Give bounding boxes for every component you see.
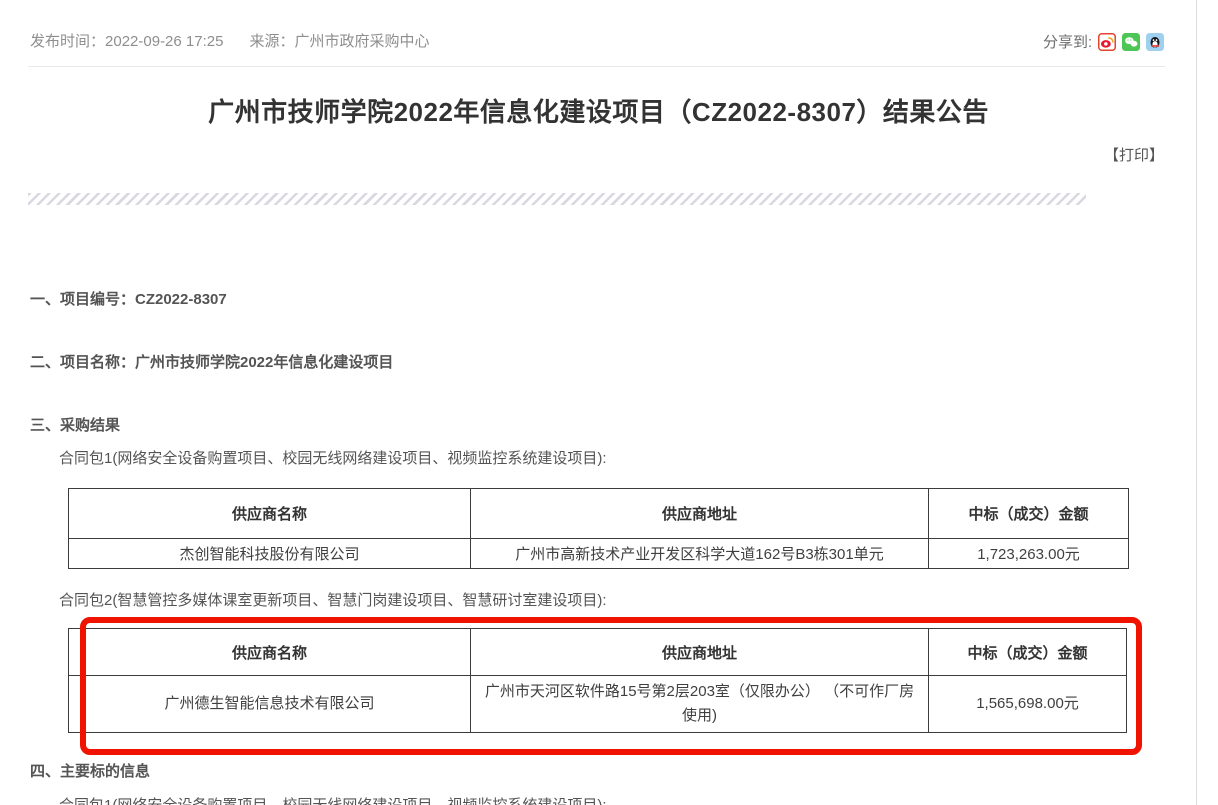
header-supplier-name: 供应商名称	[69, 629, 471, 676]
cell-supplier-address: 广州市天河区软件路15号第2层203室（仅限办公） （不可作厂房使用)	[471, 676, 929, 733]
header-supplier-name: 供应商名称	[69, 489, 471, 539]
announcement-page: 发布时间：2022-09-26 17:25 来源：广州市政府采购中心 分享到:	[0, 0, 1218, 805]
clipped-text-line: 合同包1(网络安全设备购置项目、校园无线网络建设项目、视频监控系统建设项目):	[59, 794, 607, 805]
wechat-share-icon[interactable]	[1122, 33, 1140, 51]
package1-table: 供应商名称 供应商地址 中标（成交）金额 杰创智能科技股份有限公司 广州市高新技…	[68, 488, 1129, 569]
meta-bar: 发布时间：2022-09-26 17:25 来源：广州市政府采购中心	[30, 30, 429, 51]
cell-award-amount: 1,565,698.00元	[929, 676, 1127, 733]
header-supplier-address: 供应商地址	[471, 629, 929, 676]
cell-supplier-address: 广州市高新技术产业开发区科学大道162号B3栋301单元	[471, 539, 929, 569]
package1-label: 合同包1(网络安全设备购置项目、校园无线网络建设项目、视频监控系统建设项目):	[59, 447, 607, 468]
qq-share-icon[interactable]	[1146, 33, 1164, 51]
publish-time-label: 发布时间：	[30, 33, 105, 50]
publish-time-value: 2022-09-26 17:25	[105, 33, 223, 50]
table-header-row: 供应商名称 供应商地址 中标（成交）金额	[69, 489, 1129, 539]
package2-table: 供应商名称 供应商地址 中标（成交）金额 广州德生智能信息技术有限公司 广州市天…	[68, 628, 1127, 733]
hatched-divider	[28, 193, 1086, 205]
table-header-row: 供应商名称 供应商地址 中标（成交）金额	[69, 629, 1127, 676]
package2-label: 合同包2(智慧管控多媒体课室更新项目、智慧门岗建设项目、智慧研讨室建设项目):	[59, 589, 607, 610]
section-procurement-result: 三、采购结果	[30, 414, 120, 435]
table-row: 杰创智能科技股份有限公司 广州市高新技术产业开发区科学大道162号B3栋301单…	[69, 539, 1129, 569]
source-label: 来源：	[249, 33, 294, 50]
section-project-name: 二、项目名称：广州市技师学院2022年信息化建设项目	[30, 351, 393, 372]
section-project-number: 一、项目编号：CZ2022-8307	[30, 288, 227, 309]
meta-divider	[28, 66, 1165, 67]
header-award-amount: 中标（成交）金额	[929, 629, 1127, 676]
section-main-subject-info: 四、主要标的信息	[30, 760, 150, 781]
cell-supplier-name: 杰创智能科技股份有限公司	[69, 539, 471, 569]
header-supplier-address: 供应商地址	[471, 489, 929, 539]
header-award-amount: 中标（成交）金额	[929, 489, 1129, 539]
weibo-share-icon[interactable]	[1098, 33, 1116, 51]
table-row: 广州德生智能信息技术有限公司 广州市天河区软件路15号第2层203室（仅限办公）…	[69, 676, 1127, 733]
page-right-border	[1196, 0, 1197, 805]
source-value: 广州市政府采购中心	[294, 33, 429, 50]
share-label: 分享到:	[1043, 31, 1092, 52]
print-button[interactable]: 【打印】	[1104, 144, 1164, 165]
share-bar: 分享到:	[1043, 31, 1164, 52]
page-title: 广州市技师学院2022年信息化建设项目（CZ2022-8307）结果公告	[0, 92, 1197, 129]
cell-supplier-name: 广州德生智能信息技术有限公司	[69, 676, 471, 733]
cell-award-amount: 1,723,263.00元	[929, 539, 1129, 569]
